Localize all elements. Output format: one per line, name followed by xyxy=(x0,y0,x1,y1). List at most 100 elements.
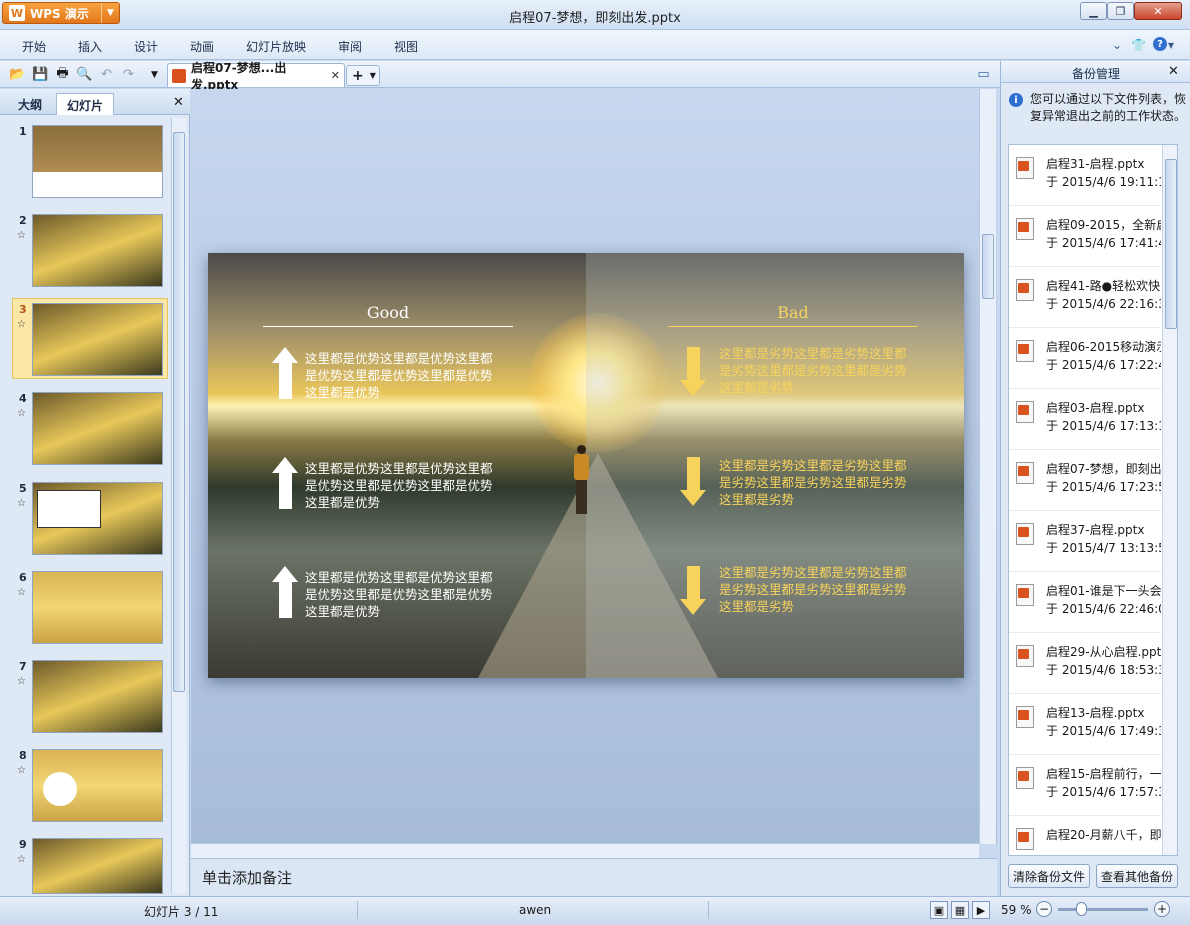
normal-view-icon[interactable]: ▣ xyxy=(930,901,948,919)
notes-pane[interactable]: 单击添加备注 xyxy=(191,858,997,896)
backup-file-item[interactable]: 启程41-路●轻松欢快于 2015/4/6 22:16:3 xyxy=(1009,267,1161,328)
slide-number: 5 xyxy=(19,482,27,495)
new-tab-button[interactable]: + ▼ xyxy=(346,65,380,86)
backup-file-time: 于 2015/4/6 17:49:3 xyxy=(1046,724,1161,738)
backup-file-item[interactable]: 启程31-启程.pptx 于 2015/4/6 19:11:1 xyxy=(1009,145,1161,206)
zoom-out-button[interactable]: − xyxy=(1036,901,1052,917)
view-other-backup-button[interactable]: 查看其他备份 xyxy=(1096,864,1178,888)
good-item-text[interactable]: 这里都是优势这里都是优势这里都是优势这里都是优势这里都是优势这里都是优势 xyxy=(305,569,495,620)
info-icon: i xyxy=(1009,93,1023,107)
slideshow-play-icon[interactable]: ▶ xyxy=(972,901,990,919)
tab-slides[interactable]: 幻灯片 xyxy=(56,93,115,115)
slide-thumbnail-5[interactable] xyxy=(32,482,163,555)
scroll-thumb[interactable] xyxy=(1165,159,1177,329)
zoom-slider-thumb[interactable] xyxy=(1076,902,1087,916)
slide-thumbnail-8[interactable] xyxy=(32,749,163,822)
redo-icon[interactable]: ↷ xyxy=(120,66,137,83)
bad-item-text[interactable]: 这里都是劣势这里都是劣势这里都是劣势这里都是劣势这里都是劣势这里都是劣势 xyxy=(719,564,909,615)
animation-star-icon: ☆ xyxy=(17,854,26,865)
slide-thumbnail-6[interactable] xyxy=(32,571,163,644)
slide-sorter-icon[interactable]: ▦ xyxy=(951,901,969,919)
slide-thumbnail-9[interactable] xyxy=(32,838,163,894)
author-name: awen xyxy=(519,903,552,917)
notes-placeholder[interactable]: 单击添加备注 xyxy=(202,867,292,888)
good-underline xyxy=(263,326,513,327)
undo-icon[interactable]: ↶ xyxy=(98,66,115,83)
backup-file-item[interactable]: 启程29-从心启程.ppt 于 2015/4/6 18:53:3 xyxy=(1009,633,1161,694)
menu-animation[interactable]: 动画 xyxy=(190,38,214,55)
good-item-text[interactable]: 这里都是优势这里都是优势这里都是优势这里都是优势这里都是优势这里都是优势 xyxy=(305,460,495,511)
ppt-file-icon xyxy=(1016,584,1034,606)
animation-star-icon: ☆ xyxy=(17,408,26,419)
print-preview-icon[interactable]: 🔍 xyxy=(76,66,93,83)
backup-file-item[interactable]: 启程13-启程.pptx 于 2015/4/6 17:49:3 xyxy=(1009,694,1161,755)
backup-file-time: 于 2015/4/6 17:23:5 xyxy=(1046,480,1161,494)
backup-file-name: 启程29-从心启程.ppt xyxy=(1046,645,1161,659)
collapse-ribbon-icon[interactable]: ⌄ xyxy=(1112,38,1122,52)
slide-number: 4 xyxy=(19,392,27,405)
bad-item-text[interactable]: 这里都是劣势这里都是劣势这里都是劣势这里都是劣势这里都是劣势这里都是劣势 xyxy=(719,457,909,508)
backup-panel-title[interactable]: 备份管理 xyxy=(1001,65,1190,82)
backup-file-name: 启程41-路●轻松欢快 xyxy=(1046,279,1161,293)
slide-thumbnail-7[interactable] xyxy=(32,660,163,733)
menu-insert[interactable]: 插入 xyxy=(78,38,102,55)
scroll-thumb[interactable] xyxy=(982,234,994,299)
backup-file-item[interactable]: 启程15-启程前行，一于 2015/4/6 17:57:3 xyxy=(1009,755,1161,816)
backup-file-item[interactable]: 启程09-2015，全新启于 2015/4/6 17:41:4 xyxy=(1009,206,1161,267)
animation-star-icon: ☆ xyxy=(17,498,26,509)
menu-slideshow[interactable]: 幻灯片放映 xyxy=(246,38,306,55)
close-panel-icon[interactable]: ✕ xyxy=(173,95,184,110)
panel-tabs: 大纲 幻灯片 ✕ xyxy=(0,89,190,115)
backup-file-item[interactable]: 启程06-2015移动演示于 2015/4/6 17:22:4 xyxy=(1009,328,1161,389)
current-slide[interactable]: Good Bad 这里都是优势这里都是优势这里都是优势这里都是优势这里都是优势这… xyxy=(208,253,964,678)
editor-vertical-scrollbar[interactable] xyxy=(979,89,996,844)
document-tab-label: 启程07-梦想...出发.pptx xyxy=(191,60,287,92)
clear-backup-button[interactable]: 清除备份文件 xyxy=(1008,864,1090,888)
good-item-text[interactable]: 这里都是优势这里都是优势这里都是优势这里都是优势这里都是优势这里都是优势 xyxy=(305,350,495,401)
good-heading[interactable]: Good xyxy=(263,303,513,322)
menu-view[interactable]: 视图 xyxy=(394,38,418,55)
menu-review[interactable]: 审阅 xyxy=(338,38,362,55)
backup-file-item[interactable]: 启程01-谁是下一头会于 2015/4/6 22:46:0 xyxy=(1009,572,1161,633)
skin-icon[interactable]: 👕 xyxy=(1131,38,1146,52)
restore-layout-icon[interactable]: ▭ xyxy=(975,66,992,83)
save-icon[interactable]: 💾 xyxy=(32,66,49,83)
scroll-thumb[interactable] xyxy=(173,132,185,692)
arrow-down-icon xyxy=(680,347,707,397)
editor-horizontal-scrollbar[interactable] xyxy=(191,843,979,858)
backup-file-item[interactable]: 启程07-梦想，即刻出于 2015/4/6 17:23:5 xyxy=(1009,450,1161,511)
slide-thumbnail-1[interactable] xyxy=(32,125,163,198)
slide-thumbnail-3[interactable] xyxy=(32,303,163,376)
close-tab-icon[interactable]: ✕ xyxy=(331,69,340,82)
backup-file-item[interactable]: 启程37-启程.pptx 于 2015/4/7 13:13:5 xyxy=(1009,511,1161,572)
help-icon[interactable]: ? xyxy=(1153,37,1167,51)
slides-scrollbar[interactable] xyxy=(171,118,186,893)
backup-file-item[interactable]: 启程03-启程.pptx 于 2015/4/6 17:13:1 xyxy=(1009,389,1161,450)
menu-home[interactable]: 开始 xyxy=(22,38,46,55)
document-tab[interactable]: 启程07-梦想...出发.pptx ✕ xyxy=(167,61,345,92)
zoom-slider[interactable] xyxy=(1058,908,1148,911)
open-folder-icon[interactable]: 📂 xyxy=(9,66,26,83)
slide-number: 7 xyxy=(19,660,27,673)
ppt-file-icon xyxy=(1016,767,1034,789)
ppt-file-icon xyxy=(1016,706,1034,728)
slide-number: 8 xyxy=(19,749,27,762)
close-window-button[interactable]: ✕ xyxy=(1134,2,1182,20)
print-icon[interactable]: 🖶 xyxy=(54,66,71,83)
customize-toolbar-icon[interactable]: ▼ xyxy=(146,66,163,83)
help-dropdown-icon[interactable]: ▾ xyxy=(1168,38,1174,52)
tab-outline[interactable]: 大纲 xyxy=(8,93,52,115)
maximize-button[interactable]: ❐ xyxy=(1107,2,1134,20)
zoom-in-button[interactable]: + xyxy=(1154,901,1170,917)
menu-design[interactable]: 设计 xyxy=(134,38,158,55)
slide-thumbnail-2[interactable] xyxy=(32,214,163,287)
minimize-button[interactable]: ▁ xyxy=(1080,2,1107,20)
backup-file-name: 启程37-启程.pptx xyxy=(1046,523,1145,537)
close-panel-icon[interactable]: ✕ xyxy=(1168,64,1179,79)
backup-list-scrollbar[interactable] xyxy=(1162,145,1177,855)
bad-heading[interactable]: Bad xyxy=(668,303,918,322)
slide-thumbnail-4[interactable] xyxy=(32,392,163,465)
backup-file-name: 启程07-梦想，即刻出 xyxy=(1046,462,1161,476)
bad-item-text[interactable]: 这里都是劣势这里都是劣势这里都是劣势这里都是劣势这里都是劣势这里都是劣势 xyxy=(719,345,909,396)
backup-file-item[interactable]: 启程20-月薪八千，即 xyxy=(1009,816,1161,855)
